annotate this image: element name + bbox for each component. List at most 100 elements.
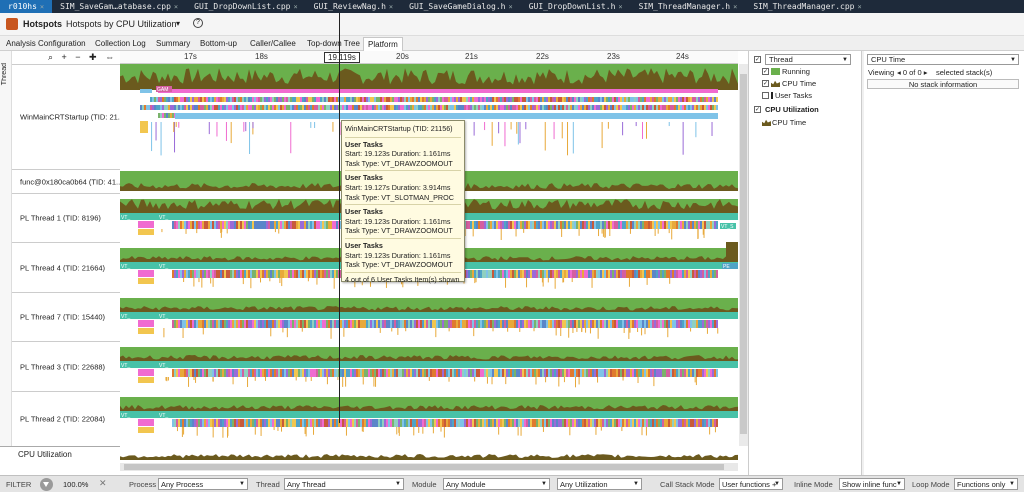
inline-mode-select[interactable]: Show inline func ▼	[839, 478, 905, 490]
close-icon[interactable]: ×	[40, 3, 44, 11]
tab-platform[interactable]: Platform	[363, 37, 403, 51]
close-icon[interactable]: ×	[293, 3, 297, 11]
user-task-bar	[342, 320, 344, 328]
editor-tab[interactable]: GUI_ReviewNag.h ×	[306, 0, 401, 13]
user-task-bar	[556, 221, 558, 229]
tab-collection-log[interactable]: Collection Log	[95, 39, 146, 48]
thread-row-label[interactable]: PL Thread 3 (TID: 22688)	[12, 341, 120, 391]
user-task-bar	[298, 369, 300, 377]
user-task-bar	[552, 369, 554, 377]
user-task-bar	[444, 369, 446, 377]
user-task-bar	[164, 105, 166, 110]
thread-row-label[interactable]: PL Thread 2 (TID: 22084)	[12, 391, 120, 446]
user-task-bar	[704, 419, 706, 427]
user-task-bar	[446, 97, 448, 102]
close-icon[interactable]: ×	[858, 3, 862, 11]
user-task-bar	[306, 221, 308, 229]
close-icon[interactable]: ×	[618, 3, 622, 11]
close-icon[interactable]: ×	[508, 3, 512, 11]
filter-funnel-icon[interactable]	[40, 478, 53, 491]
user-task-bar	[632, 105, 634, 110]
user-task-bar	[446, 419, 448, 427]
vertical-scrollbar[interactable]	[739, 64, 748, 446]
thread-row-label[interactable]: PL Thread 1 (TID: 8196)	[12, 193, 120, 242]
user-task-mark	[554, 278, 556, 289]
user-task-bar	[528, 270, 530, 278]
user-task-bar	[578, 105, 580, 110]
cpu-utilization-checkbox[interactable]: ✓	[754, 106, 761, 113]
user-task-bar	[168, 113, 170, 118]
user-task-bar	[372, 97, 374, 102]
user-task-bar	[446, 105, 448, 110]
editor-tab[interactable]: r010hs ×	[0, 0, 53, 13]
user-task-bar	[678, 97, 680, 102]
tab-analysis-configuration[interactable]: Analysis Configuration	[6, 39, 86, 48]
user-task-bar	[468, 97, 470, 102]
editor-tab[interactable]: SIM_ThreadManager.cpp ×	[745, 0, 869, 13]
chevron-down-icon[interactable]: ▾	[176, 19, 180, 28]
tab-bottom-up[interactable]: Bottom-up	[200, 39, 237, 48]
thread-row-label[interactable]: func@0x180ca0b64 (TID: 41...	[12, 169, 122, 193]
cpu-utilization-track[interactable]	[120, 448, 738, 460]
editor-tab[interactable]: GUI_DropDownList.h ×	[521, 0, 631, 13]
close-icon[interactable]: ×	[174, 3, 178, 11]
user-task-bar	[228, 97, 230, 102]
zoom-toolbar[interactable]: ⌕ + − ✚ ⇔	[48, 52, 117, 63]
scrollbar-thumb[interactable]	[124, 464, 724, 470]
user-task-bar	[300, 419, 302, 427]
user-task-mark	[212, 377, 214, 382]
editor-tab[interactable]: SIM_ThreadManager.h ×	[631, 0, 746, 13]
user-tasks-checkbox[interactable]	[762, 92, 769, 99]
callstack-mode-select[interactable]: User functions + ▼	[719, 478, 783, 490]
cpu-time-checkbox[interactable]: ✓	[762, 80, 769, 87]
user-task-bar	[408, 419, 410, 427]
user-task-bar	[458, 320, 460, 328]
user-task-bar	[642, 419, 644, 427]
module-filter-select[interactable]: Any Module ▼	[443, 478, 550, 490]
user-task-bar	[374, 369, 376, 377]
task-tag-label: VT_	[159, 215, 168, 221]
horizontal-scrollbar[interactable]	[120, 463, 738, 471]
running-checkbox[interactable]: ✓	[762, 68, 769, 75]
legend-group-select[interactable]: Thread ▼	[765, 54, 851, 65]
user-task-bar	[258, 369, 260, 377]
thread-row-label[interactable]: PL Thread 7 (TID: 15440)	[12, 292, 120, 341]
scrollbar-thumb[interactable]	[740, 74, 747, 434]
stack-metric-select[interactable]: CPU Time ▼	[867, 54, 1019, 65]
user-task-mark	[576, 328, 578, 332]
user-task-bar	[586, 320, 588, 328]
user-task-bar	[522, 419, 524, 427]
user-task-bar	[648, 369, 650, 377]
thread-row-label[interactable]: PL Thread 4 (TID: 21664)	[12, 242, 120, 292]
close-icon[interactable]: ×	[733, 3, 737, 11]
editor-tab[interactable]: GUI_SaveGameDialog.h ×	[401, 0, 521, 13]
editor-tab[interactable]: GUI_DropDownList.cpp ×	[186, 0, 306, 13]
loop-mode-select[interactable]: Functions only ▼	[954, 478, 1018, 490]
user-task-bar	[646, 320, 648, 328]
user-task-bar	[508, 369, 510, 377]
tab-caller-callee[interactable]: Caller/Callee	[250, 39, 296, 48]
thread-row-label[interactable]: WinMainCRTStartup (TID: 21...	[12, 64, 124, 169]
user-task-bar	[566, 369, 568, 377]
user-task-bar	[396, 419, 398, 427]
user-task-mark	[310, 122, 312, 128]
user-task-bar	[592, 369, 594, 377]
user-task-bar	[258, 221, 260, 229]
user-task-bar	[594, 419, 596, 427]
help-icon[interactable]: ?	[193, 18, 203, 28]
process-filter-select[interactable]: Any Process ▼	[158, 478, 248, 490]
tab-summary[interactable]: Summary	[156, 39, 190, 48]
close-icon[interactable]: ×	[389, 3, 393, 11]
tab-top-down-tree[interactable]: Top-down Tree	[307, 39, 360, 48]
stack-navigator[interactable]: ◂ 0 of 0 ▸	[897, 68, 927, 77]
thread-group-checkbox[interactable]: ✓	[754, 56, 761, 63]
user-task-bar	[330, 105, 332, 110]
user-task-bar	[488, 419, 490, 427]
user-task-bar	[638, 419, 640, 427]
editor-tab[interactable]: SIM_SaveGam…atabase.cpp ×	[52, 0, 186, 13]
utilization-filter-select[interactable]: Any Utilization ▼	[557, 478, 642, 490]
clear-filter-icon[interactable]: ✕	[99, 478, 107, 489]
thread-filter-select[interactable]: Any Thread ▼	[284, 478, 404, 490]
time-ruler[interactable]: 17s 18s 19s 20s 21s 22s 23s 24s 19.119s	[120, 51, 738, 64]
analysis-view-name[interactable]: Hotspots by CPU Utilization	[66, 19, 177, 29]
